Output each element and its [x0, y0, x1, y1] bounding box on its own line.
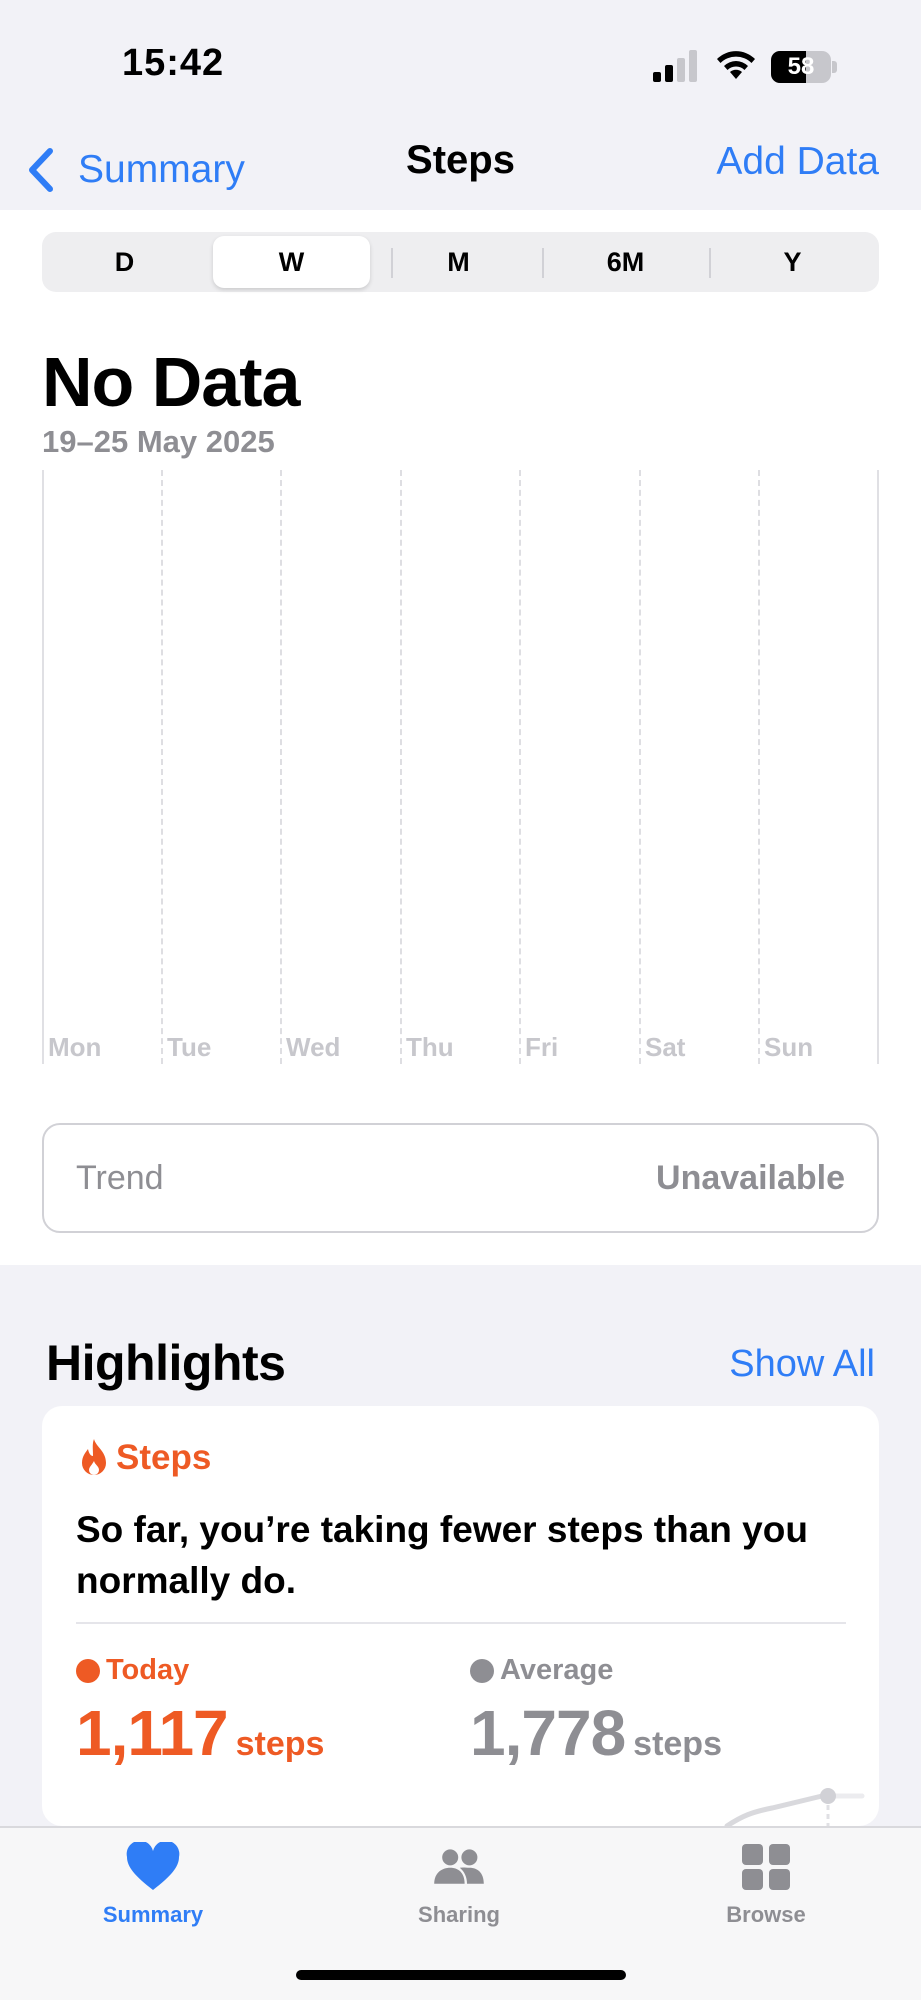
comparison-mini-chart: [724, 1788, 865, 1826]
steps-chart-panel: D W M 6M Y No Data 19–25 May 2025 Mon Tu…: [0, 210, 921, 1265]
range-tab-month[interactable]: M: [380, 236, 537, 288]
battery-icon: 58: [771, 51, 837, 83]
highlights-heading: Highlights: [46, 1335, 286, 1391]
grid-icon: [742, 1844, 790, 1890]
today-steps-unit: steps: [235, 1725, 325, 1763]
average-steps-number: 1,778: [470, 1697, 626, 1769]
average-dot-icon: [470, 1658, 494, 1683]
average-label-text: Average: [500, 1654, 614, 1686]
tab-summary-label: Summary: [102, 1902, 204, 1927]
wifi-icon: [717, 51, 755, 79]
range-tab-year[interactable]: Y: [714, 236, 871, 288]
highlight-card-header: Steps: [78, 1436, 211, 1480]
day-label-fri: Fri: [525, 1032, 559, 1062]
tab-sharing[interactable]: Sharing: [359, 1842, 559, 1928]
highlight-category: Steps: [116, 1438, 212, 1477]
add-data-button[interactable]: Add Data: [716, 140, 879, 184]
people-icon: [434, 1849, 484, 1884]
time-range-selector: D W M 6M Y: [42, 232, 879, 292]
today-steps-number: 1,117: [76, 1697, 229, 1769]
today-value: 1,117 steps: [76, 1696, 324, 1770]
no-data-headline: No Data: [42, 343, 300, 421]
day-label-sun: Sun: [764, 1032, 814, 1062]
battery-percentage: 58: [787, 53, 815, 80]
day-label-tue: Tue: [167, 1032, 212, 1062]
average-value: 1,778 steps: [470, 1696, 722, 1770]
status-time: 15:42: [122, 42, 225, 84]
trend-label: Trend: [76, 1159, 164, 1197]
trend-value: Unavailable: [656, 1159, 845, 1197]
weekly-steps-chart[interactable]: Mon Tue Wed Thu Fri Sat Sun: [42, 470, 879, 1064]
day-label-sat: Sat: [645, 1032, 686, 1062]
range-tab-day[interactable]: D: [46, 236, 203, 288]
heart-icon: [126, 1842, 180, 1890]
tab-summary[interactable]: Summary: [53, 1842, 253, 1928]
today-dot-icon: [76, 1658, 100, 1683]
average-label: Average: [470, 1654, 613, 1687]
status-bar: 15:42 58: [0, 0, 921, 130]
range-tab-week[interactable]: W: [213, 236, 370, 288]
range-tab-six-months[interactable]: 6M: [547, 236, 704, 288]
day-label-wed: Wed: [286, 1032, 341, 1062]
tab-browse-label: Browse: [726, 1902, 806, 1927]
navigation-bar: Summary Steps Add Data: [0, 130, 921, 210]
divider: [76, 1622, 846, 1624]
today-label-text: Today: [106, 1654, 190, 1686]
date-range: 19–25 May 2025: [42, 424, 275, 459]
highlight-message: So far, you’re taking fewer steps than y…: [76, 1509, 808, 1601]
highlight-card[interactable]: Steps So far, you’re taking fewer steps …: [42, 1406, 879, 1826]
tab-browse[interactable]: Browse: [666, 1842, 866, 1928]
day-label-thu: Thu: [406, 1032, 454, 1062]
home-indicator: [296, 1970, 626, 1980]
trend-row[interactable]: Trend Unavailable: [42, 1123, 879, 1233]
day-label-mon: Mon: [48, 1032, 102, 1062]
tab-sharing-label: Sharing: [418, 1902, 500, 1927]
flame-icon: [82, 1439, 106, 1475]
today-label: Today: [76, 1654, 189, 1687]
show-all-button[interactable]: Show All: [729, 1343, 875, 1386]
signal-icon: [653, 50, 697, 82]
average-steps-unit: steps: [633, 1725, 722, 1763]
